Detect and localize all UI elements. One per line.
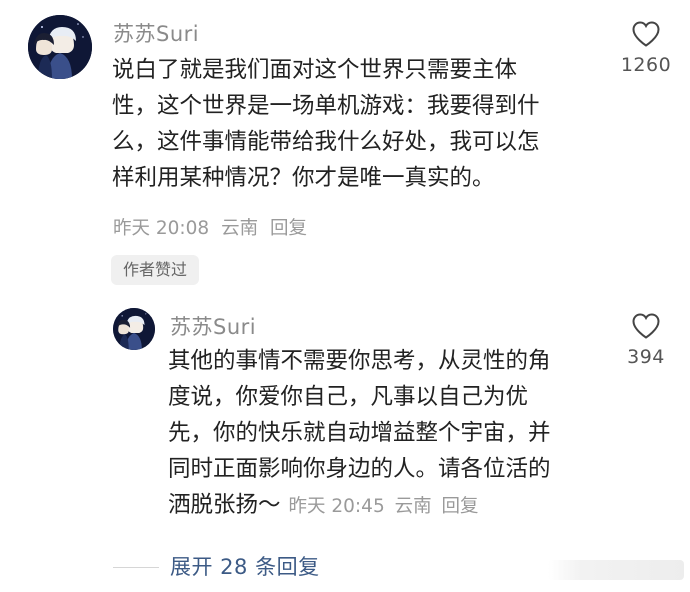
comment-text-line: 说白了就是我们面对这个世界只需要主体 — [112, 57, 518, 83]
reply-text-line: 同时正面影响你身边的人。请各位活的 — [168, 456, 551, 482]
expand-replies-button[interactable]: 展开 28 条回复 — [170, 551, 320, 581]
comment-text-line: 样利用某种情况？你才是唯一真实的。 — [112, 165, 495, 191]
watermark-fade — [548, 560, 684, 580]
reply-text: 其他的事情不需要你思考，从灵性的角 度说，你爱你自己，凡事以自己为优 先，你的快… — [168, 343, 551, 525]
comment-text-line: 么，这件事情能带给我什么好处，我可以怎 — [112, 129, 540, 155]
avatar-illustration-icon — [113, 308, 155, 350]
comment-like-button[interactable]: 1260 — [612, 20, 680, 76]
reply-text-last-line: 洒脱张扬～ 昨天 20:45 云南 回复 — [168, 487, 551, 525]
reply-avatar[interactable] — [113, 308, 155, 350]
reply-time: 昨天 20:45 — [288, 496, 385, 517]
comment-meta: 昨天 20:08 云南 回复 — [113, 214, 313, 240]
reply-reply-button[interactable]: 回复 — [442, 496, 479, 517]
reply-location: 云南 — [394, 496, 432, 517]
reply-meta: 昨天 20:45 云南 回复 — [289, 496, 483, 517]
reply-username[interactable]: 苏苏Suri — [170, 311, 256, 341]
reply-text-line: 先，你的快乐就自动增益整个宇宙，并 — [168, 420, 551, 446]
heart-outline-icon — [632, 313, 660, 339]
author-liked-badge: 作者赞过 — [111, 255, 200, 285]
reply-like-button[interactable]: 394 — [612, 312, 680, 368]
reply-text-line: 度说，你爱你自己，凡事以自己为优 — [168, 384, 529, 410]
comment-avatar[interactable] — [28, 15, 92, 79]
avatar-illustration-icon — [28, 15, 92, 79]
heart-outline-icon — [632, 21, 660, 47]
expand-divider — [113, 567, 159, 568]
comment-text: 说白了就是我们面对这个世界只需要主体 性，这个世界是一场单机游戏：我要得到什 么… — [112, 52, 540, 196]
comment-location: 云南 — [221, 218, 259, 239]
comment-time: 昨天 20:08 — [113, 218, 210, 239]
comment-like-count: 1260 — [620, 54, 672, 76]
reply-text-line: 洒脱张扬～ — [168, 492, 281, 518]
reply-text-line: 其他的事情不需要你思考，从灵性的角 — [168, 348, 551, 374]
comment-text-line: 性，这个世界是一场单机游戏：我要得到什 — [112, 93, 540, 119]
reply-like-count: 394 — [627, 346, 665, 368]
comment-reply-button[interactable]: 回复 — [270, 218, 307, 239]
comment-username[interactable]: 苏苏Suri — [113, 18, 199, 48]
